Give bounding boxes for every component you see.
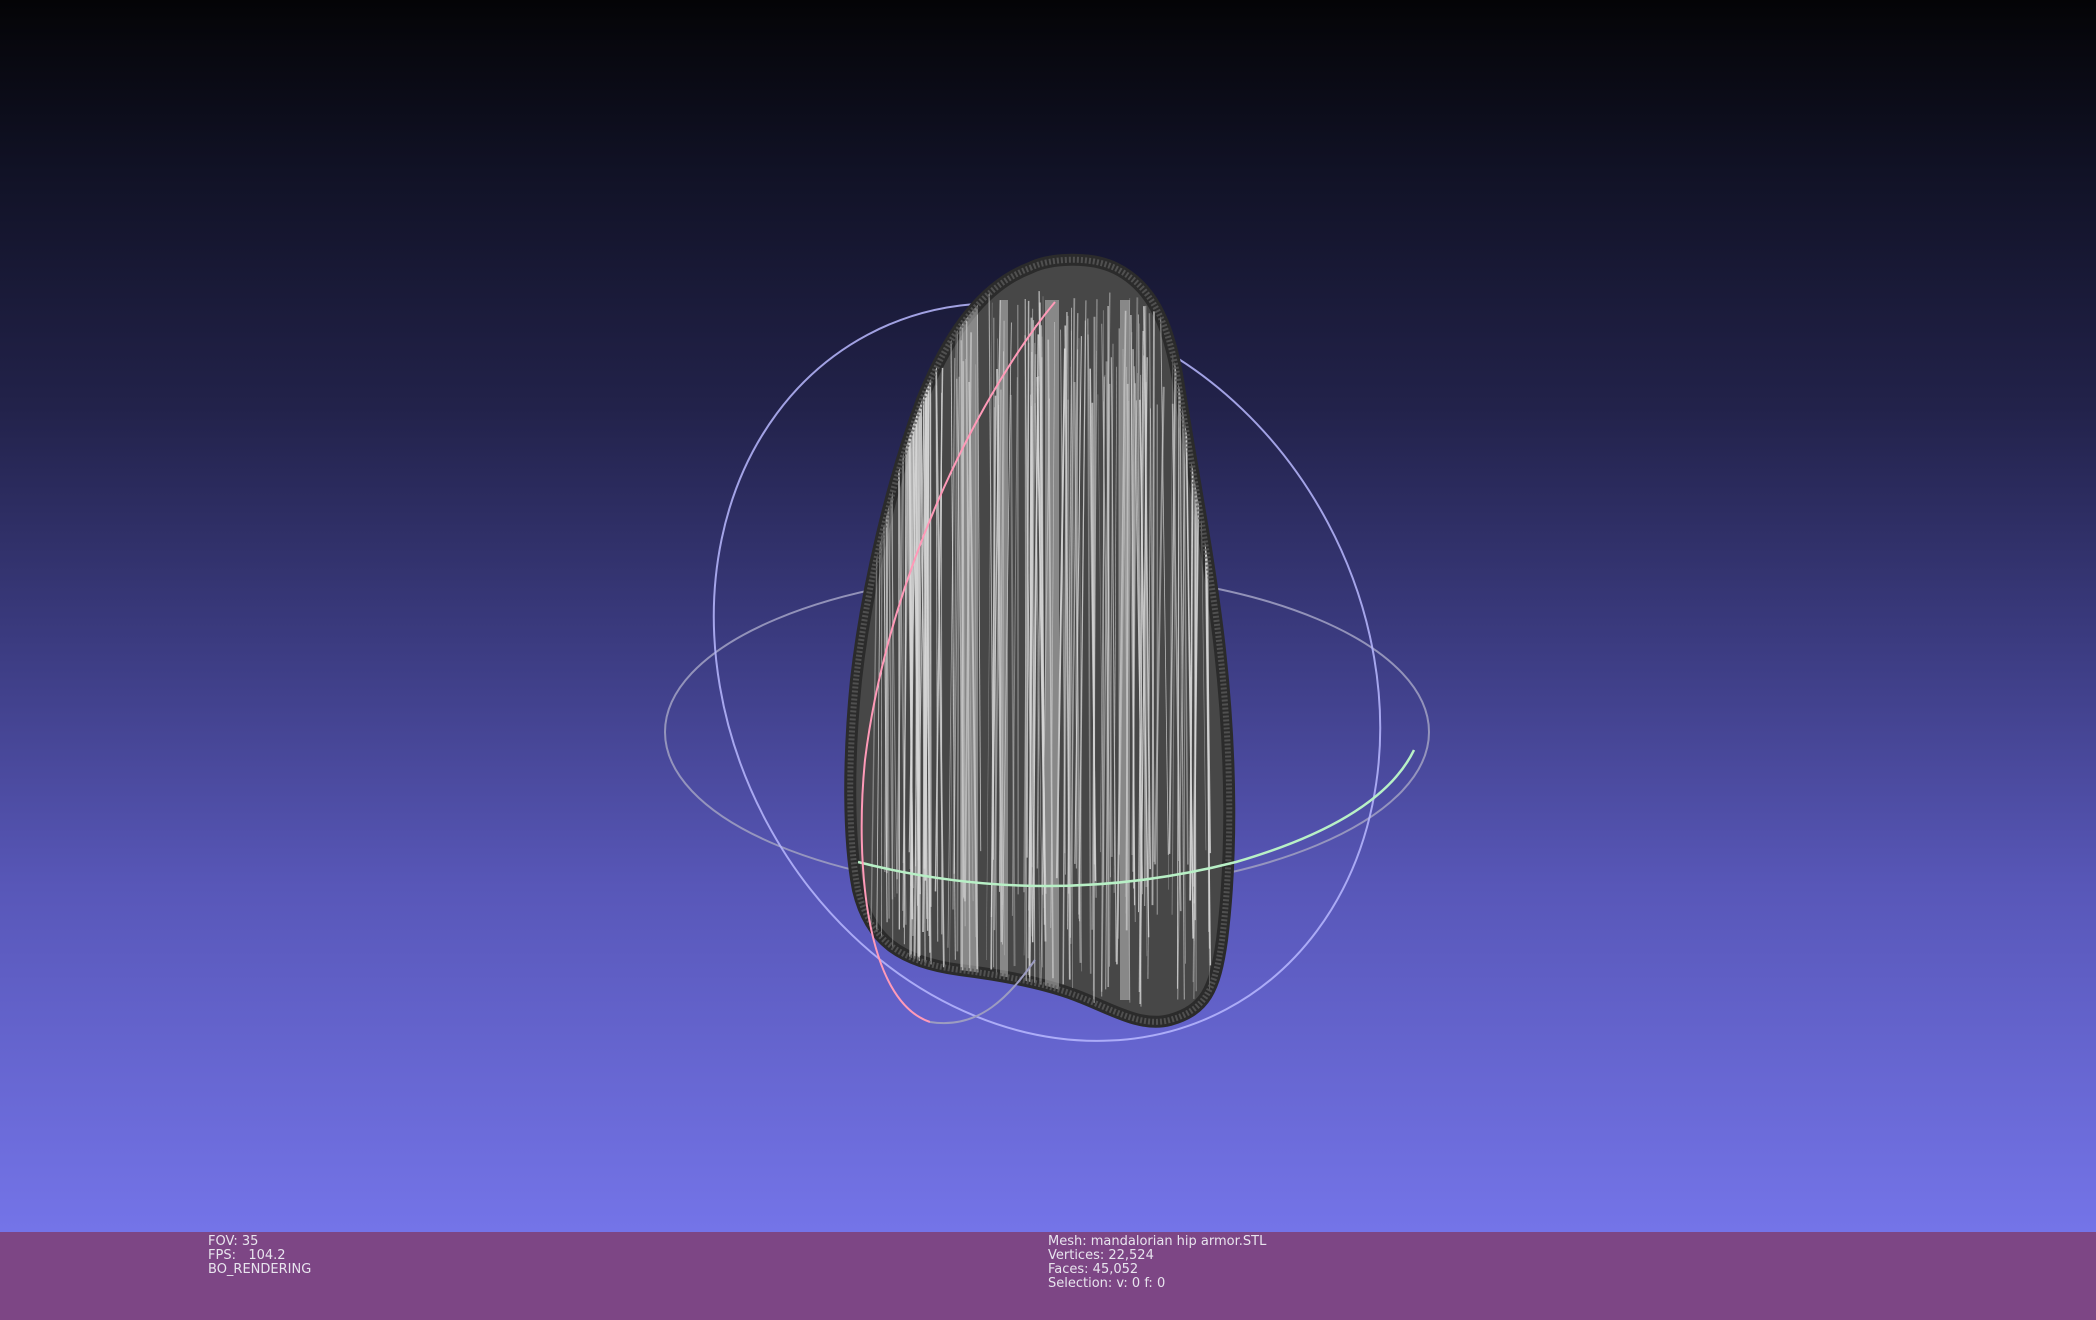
faces-readout: Faces: 45,052 — [1048, 1262, 1139, 1277]
scene-canvas[interactable] — [0, 0, 2096, 1232]
fov-readout: FOV: 35 — [208, 1234, 259, 1249]
mesh-model[interactable] — [844, 253, 1236, 1028]
3d-viewport[interactable] — [0, 0, 2096, 1232]
mesh-name-readout: Mesh: mandalorian hip armor.STL — [1048, 1234, 1267, 1249]
selection-readout: Selection: v: 0 f: 0 — [1048, 1276, 1166, 1291]
render-mode-readout: BO_RENDERING — [208, 1262, 312, 1277]
vertices-readout: Vertices: 22,524 — [1048, 1248, 1154, 1263]
fps-readout: FPS: 104.2 — [208, 1248, 286, 1263]
mesh-info-block: Mesh: mandalorian hip armor.STL Vertices… — [1048, 1235, 1266, 1291]
render-info-block: FOV: 35 FPS: 104.2 BO_RENDERING — [208, 1235, 311, 1277]
status-bar: FOV: 35 FPS: 104.2 BO_RENDERING Mesh: ma… — [0, 1232, 2096, 1320]
